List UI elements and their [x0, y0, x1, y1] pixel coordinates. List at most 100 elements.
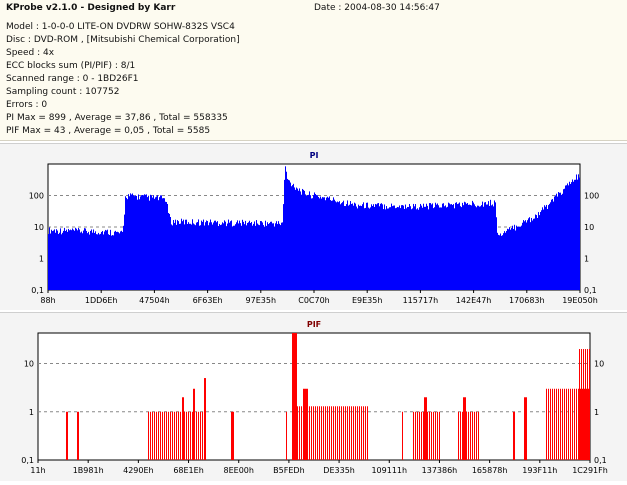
pi-bar	[405, 204, 406, 290]
pi-bar	[462, 202, 463, 290]
pi-bar	[109, 235, 110, 290]
pi-bar	[137, 199, 138, 290]
pi-bar	[388, 208, 389, 290]
pi-bar	[343, 200, 344, 290]
pi-bar	[228, 219, 229, 290]
pi-bar	[61, 234, 62, 290]
pi-bar	[352, 203, 353, 290]
app-title: KProbe v2.1.0 - Designed by Karr	[6, 3, 176, 13]
pi-bar	[381, 203, 382, 290]
pi-bar	[117, 231, 118, 290]
pi-chart: PI100 10010 101 10,1 0,188h 1DD6Eh 47504h 6F63E…	[29, 151, 600, 305]
pi-bar	[140, 196, 141, 290]
pi-bar	[88, 231, 89, 290]
pi-bar	[360, 205, 361, 290]
pi-bar	[408, 206, 409, 290]
pi-bar	[501, 235, 502, 290]
pi-bar	[387, 208, 388, 290]
pif-bar	[359, 406, 360, 460]
pif-bar	[301, 406, 302, 460]
pi-bar	[212, 224, 213, 290]
pi-bar	[478, 205, 479, 290]
pi-bar	[573, 181, 574, 290]
pi-bar	[520, 226, 521, 290]
pi-bar	[553, 201, 554, 290]
pi-bar	[205, 222, 206, 290]
pi-bar	[542, 207, 543, 290]
pi-bar	[49, 227, 50, 290]
pi-bar	[575, 179, 576, 290]
pi-bar	[87, 233, 88, 290]
y-tick-label-right: 0,1	[584, 286, 597, 295]
pi-bar	[521, 225, 522, 290]
pi-bar	[139, 199, 140, 290]
pi-bar	[82, 233, 83, 290]
pi-bar	[469, 204, 470, 290]
pi-bar	[348, 205, 349, 290]
pi-bar	[448, 202, 449, 290]
pi-bar	[572, 179, 573, 290]
pi-bar	[235, 224, 236, 290]
pi-bar	[57, 230, 58, 290]
pi-bar	[307, 195, 308, 290]
pif-bar	[425, 397, 426, 460]
pi-bar	[428, 209, 429, 290]
y-tick-label: 0,1	[31, 286, 44, 295]
pi-bar	[367, 202, 368, 290]
pi-bar	[100, 233, 101, 290]
pi-bar	[97, 234, 98, 290]
x-tick-label: 170683h	[509, 296, 545, 305]
pi-bar	[519, 226, 520, 290]
pi-bar	[538, 212, 539, 290]
pi-bar	[527, 220, 528, 290]
ecc-line: ECC blocks sum (PI/PIF) : 8/1	[6, 61, 136, 71]
pi-bar	[486, 204, 487, 290]
pi-bar	[391, 203, 392, 290]
pi-bar	[128, 194, 129, 290]
pif-bar	[355, 406, 356, 460]
pi-bar	[512, 225, 513, 290]
pi-bar	[227, 223, 228, 290]
pi-bar	[318, 196, 319, 290]
pi-bar	[340, 204, 341, 290]
pi-bar	[379, 206, 380, 290]
pi-bar	[86, 230, 87, 290]
pi-bar	[264, 226, 265, 290]
pif-bar	[351, 406, 352, 460]
pi-bar	[165, 201, 166, 290]
pi-bar	[366, 202, 367, 290]
pi-bar	[416, 209, 417, 290]
x-tick-label: C0C70h	[298, 296, 330, 305]
pi-bar	[263, 225, 264, 290]
pi-bar	[316, 195, 317, 290]
pi-bar	[342, 202, 343, 290]
pi-bar	[529, 217, 530, 290]
pi-bar	[275, 223, 276, 290]
pi-bar	[248, 222, 249, 290]
pif-bar	[353, 406, 354, 460]
pi-bar	[154, 198, 155, 290]
pif-bar	[558, 388, 559, 460]
pif-bar	[335, 406, 336, 460]
x-tick-label: 193F11h	[522, 466, 557, 475]
info-panel: KProbe v2.1.0 - Designed by Karr Date : …	[0, 0, 627, 141]
pi-bar	[166, 202, 167, 290]
pi-bar	[210, 219, 211, 290]
pi-bar	[94, 232, 95, 290]
pi-bar	[313, 195, 314, 290]
pif-bar	[460, 411, 461, 460]
pif-bar	[297, 406, 298, 460]
pi-bar	[518, 226, 519, 290]
pi-bar	[453, 204, 454, 290]
pif-bar	[419, 411, 420, 460]
pif-bar	[417, 411, 418, 460]
pi-bar	[116, 231, 117, 290]
pi-bar	[92, 232, 93, 290]
x-tick-label: 68E1Eh	[173, 466, 203, 475]
pi-bar	[80, 232, 81, 290]
pi-bar	[331, 200, 332, 290]
pif-bar	[472, 411, 473, 460]
pi-bar	[472, 200, 473, 290]
pi-bar	[54, 229, 55, 290]
pi-bar	[320, 196, 321, 290]
